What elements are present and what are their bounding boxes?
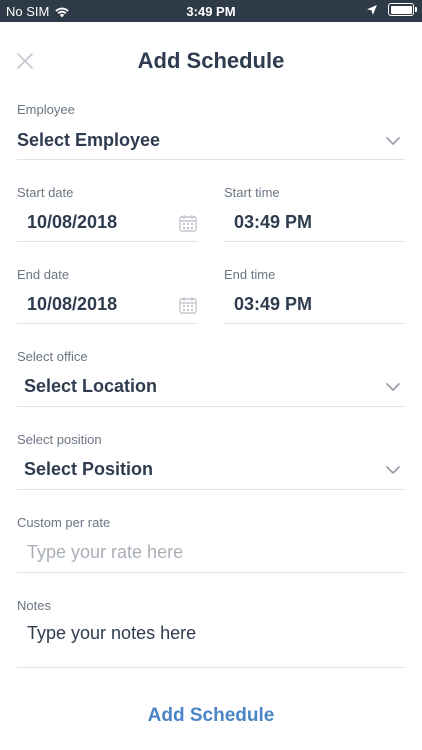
start-date-value: 10/08/2018 [27,212,118,232]
battery-icon [388,3,417,16]
chevron-down-icon [386,466,400,474]
end-time-label: End time [224,267,276,282]
start-time-value: 03:49 PM [234,212,313,232]
calendar-icon[interactable] [178,295,198,315]
rate-input[interactable] [27,539,397,565]
calendar-icon[interactable] [178,213,198,233]
end-date-field[interactable]: End date 10/08/2018 [17,267,198,324]
end-date-label: End date [17,267,70,282]
end-time-value: 03:49 PM [234,294,313,314]
position-label: Select position [17,432,102,447]
end-date-value: 10/08/2018 [27,294,118,314]
page-title: Add Schedule [137,48,285,73]
rate-label: Custom per rate [17,515,111,530]
rate-field: Custom per rate [17,515,405,573]
office-label: Select office [17,349,88,364]
add-schedule-button[interactable]: Add Schedule [0,700,422,732]
employee-label: Employee [17,102,75,117]
employee-select[interactable]: Employee Select Employee [17,102,405,160]
employee-value: Select Employee [17,130,161,150]
status-time: 3:49 PM [186,4,236,19]
chevron-down-icon [386,137,400,145]
header: Add Schedule [0,40,422,84]
office-value: Select Location [24,376,158,396]
position-select[interactable]: Select position Select Position [17,432,405,490]
notes-label: Notes [17,598,51,613]
notes-input[interactable] [27,623,397,663]
chevron-down-icon [386,383,400,391]
start-date-label: Start date [17,185,74,200]
close-button[interactable] [12,48,38,74]
notes-field: Notes [17,598,405,668]
end-time-field[interactable]: End time 03:49 PM [224,267,405,324]
position-value: Select Position [24,459,154,479]
office-select[interactable]: Select office Select Location [17,349,405,407]
start-date-field[interactable]: Start date 10/08/2018 [17,185,198,242]
start-time-label: Start time [224,185,280,200]
close-icon [17,53,33,69]
status-right-group [366,3,417,16]
location-arrow-icon [367,4,377,15]
start-time-field[interactable]: Start time 03:49 PM [224,185,405,242]
status-bar: No SIM 3:49 PM [0,0,422,22]
